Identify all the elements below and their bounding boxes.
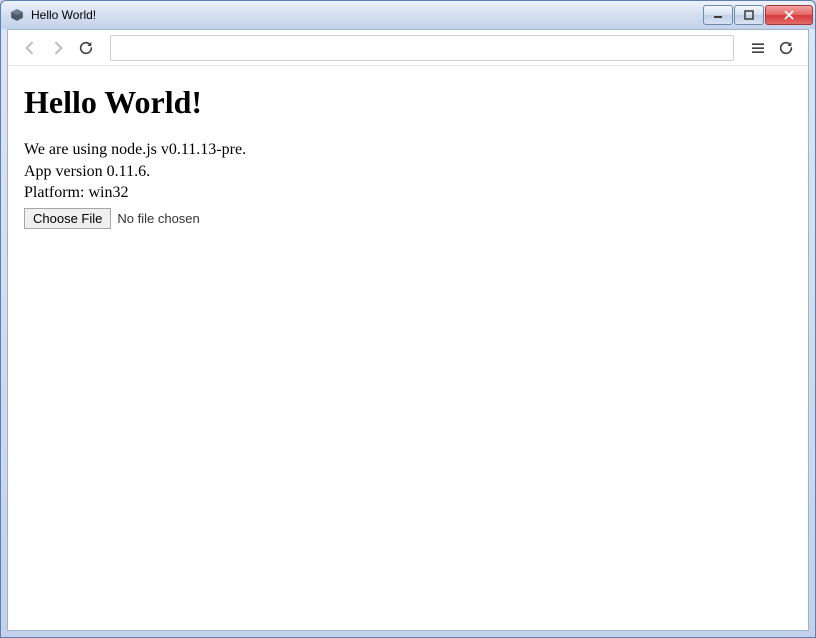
back-button[interactable]: [20, 38, 40, 58]
choose-file-button[interactable]: Choose File: [24, 208, 111, 229]
reload-button-right[interactable]: [776, 38, 796, 58]
close-button[interactable]: [765, 5, 813, 25]
info-line-appversion: App version 0.11.6.: [24, 161, 792, 183]
menu-button[interactable]: [748, 38, 768, 58]
page-heading: Hello World!: [24, 84, 792, 121]
file-input-row: Choose File No file chosen: [24, 208, 792, 229]
window-controls: [702, 5, 813, 25]
info-line-nodejs: We are using node.js v0.11.13-pre.: [24, 139, 792, 161]
reload-button[interactable]: [76, 38, 96, 58]
page-content: Hello World! We are using node.js v0.11.…: [8, 66, 808, 630]
address-bar[interactable]: [110, 35, 734, 61]
app-icon: [9, 7, 25, 23]
file-status-text: No file chosen: [117, 211, 199, 226]
info-line-platform: Platform: win32: [24, 182, 792, 204]
window-title: Hello World!: [31, 8, 702, 22]
browser-toolbar: [8, 30, 808, 66]
minimize-button[interactable]: [703, 5, 733, 25]
app-window: Hello World!: [0, 0, 816, 638]
maximize-button[interactable]: [734, 5, 764, 25]
titlebar[interactable]: Hello World!: [1, 1, 815, 29]
forward-button[interactable]: [48, 38, 68, 58]
browser-frame: Hello World! We are using node.js v0.11.…: [7, 29, 809, 631]
